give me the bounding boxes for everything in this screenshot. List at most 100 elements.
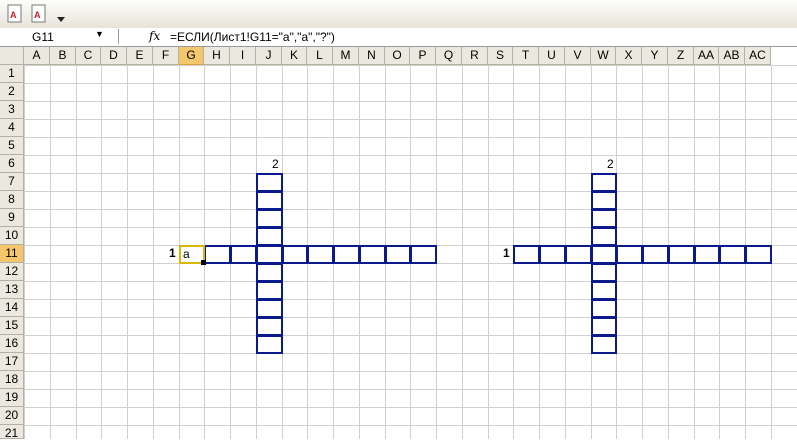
row-header-9[interactable]: 9: [0, 209, 24, 227]
crossword-right-across-cell[interactable]: [513, 245, 540, 264]
column-header-j[interactable]: J: [256, 47, 282, 65]
formula-input[interactable]: =ЕСЛИ(Лист1!G11="а","а","?"): [170, 30, 335, 44]
row-header-1[interactable]: 1: [0, 65, 24, 83]
crossword-left-across-cell[interactable]: [282, 245, 308, 264]
crossword-left-down-cell[interactable]: [256, 335, 283, 354]
fill-handle[interactable]: [201, 260, 206, 265]
row-header-3[interactable]: 3: [0, 101, 24, 119]
crossword-left-down-cell[interactable]: [256, 263, 283, 282]
column-header-a[interactable]: A: [24, 47, 50, 65]
crossword-left-across-cell[interactable]: [307, 245, 334, 264]
column-header-ab[interactable]: AB: [719, 47, 745, 65]
row-header-8[interactable]: 8: [0, 191, 24, 209]
crossword-left-down-cell[interactable]: [256, 281, 283, 300]
crossword-left-across-cell[interactable]: [359, 245, 386, 264]
row-header-20[interactable]: 20: [0, 407, 24, 425]
column-header-y[interactable]: Y: [642, 47, 668, 65]
column-header-s[interactable]: S: [488, 47, 513, 65]
crossword-left-down-cell[interactable]: [256, 227, 283, 246]
column-header-h[interactable]: H: [204, 47, 230, 65]
crossword-right-down-cell[interactable]: [591, 209, 617, 228]
crossword-right-across-cell[interactable]: [745, 245, 772, 264]
pdf-convert-button[interactable]: A: [4, 2, 26, 26]
column-header-i[interactable]: I: [230, 47, 256, 65]
crossword-right-down-cell[interactable]: [591, 317, 617, 336]
row-header-16[interactable]: 16: [0, 335, 24, 353]
column-header-f[interactable]: F: [153, 47, 179, 65]
row-header-2[interactable]: 2: [0, 83, 24, 101]
pdf-settings-button[interactable]: A: [28, 2, 50, 26]
column-header-r[interactable]: R: [462, 47, 488, 65]
crossword-left-down-cell[interactable]: [256, 317, 283, 336]
spreadsheet-grid[interactable]: A B C D E F G H I J K L M N O P Q R S T U V W X Y Z AA AB AC 1 2 3 4 5 6 7 8…: [0, 0, 797, 440]
crossword-right-down-cell[interactable]: [591, 191, 617, 210]
row-header-6[interactable]: 6: [0, 155, 24, 173]
crossword-right-across-cell[interactable]: [642, 245, 669, 264]
row-header-19[interactable]: 19: [0, 389, 24, 407]
chevron-down-icon[interactable]: ▼: [95, 29, 104, 39]
column-header-q[interactable]: Q: [436, 47, 462, 65]
row-header-18[interactable]: 18: [0, 371, 24, 389]
crossword-right-across-cell[interactable]: [616, 245, 643, 264]
row-header-10[interactable]: 10: [0, 227, 24, 245]
column-header-n[interactable]: N: [359, 47, 385, 65]
column-header-x[interactable]: X: [616, 47, 642, 65]
crossword-left-across-cell[interactable]: [204, 245, 231, 264]
column-header-d[interactable]: D: [101, 47, 127, 65]
crossword-right-across-cell[interactable]: [591, 245, 617, 264]
row-header-12[interactable]: 12: [0, 263, 24, 281]
column-header-k[interactable]: K: [282, 47, 307, 65]
crossword-right-down-cell[interactable]: [591, 335, 617, 354]
crossword-left-down-cell[interactable]: [256, 299, 283, 318]
column-header-e[interactable]: E: [127, 47, 153, 65]
crossword-right-across-cell[interactable]: [694, 245, 720, 264]
crossword-left-across-cell[interactable]: [256, 245, 283, 264]
row-header-15[interactable]: 15: [0, 317, 24, 335]
svg-text:A: A: [34, 10, 41, 20]
crossword-right-down-cell[interactable]: [591, 227, 617, 246]
crossword-right-across-cell[interactable]: [565, 245, 592, 264]
select-all-corner[interactable]: [0, 47, 24, 65]
column-header-z[interactable]: Z: [668, 47, 694, 65]
active-cell-value: а: [183, 247, 190, 261]
crossword-right-across-cell[interactable]: [668, 245, 695, 264]
crossword-right-down-cell[interactable]: [591, 173, 617, 192]
crossword-right-down-cell[interactable]: [591, 299, 617, 318]
column-header-o[interactable]: O: [385, 47, 410, 65]
crossword-left-across-cell[interactable]: [385, 245, 411, 264]
column-header-aa[interactable]: AA: [694, 47, 719, 65]
column-header-l[interactable]: L: [307, 47, 333, 65]
name-box[interactable]: G11 ▼: [0, 29, 119, 44]
column-header-v[interactable]: V: [565, 47, 591, 65]
svg-text:A: A: [10, 10, 17, 20]
row-header-4[interactable]: 4: [0, 119, 24, 137]
row-header-11[interactable]: 11: [0, 245, 24, 263]
crossword-right-across-cell[interactable]: [719, 245, 746, 264]
row-header-21[interactable]: 21: [0, 425, 24, 440]
crossword-right-down-cell[interactable]: [591, 281, 617, 300]
insert-function-button[interactable]: fx: [149, 29, 160, 43]
row-header-17[interactable]: 17: [0, 353, 24, 371]
column-header-w[interactable]: W: [591, 47, 616, 65]
column-header-b[interactable]: B: [50, 47, 76, 65]
crossword-right-down-cell[interactable]: [591, 263, 617, 282]
column-header-m[interactable]: M: [333, 47, 359, 65]
column-header-u[interactable]: U: [539, 47, 565, 65]
column-header-t[interactable]: T: [513, 47, 539, 65]
column-header-ac[interactable]: AC: [745, 47, 771, 65]
crossword-left-across-cell[interactable]: [230, 245, 257, 264]
row-header-14[interactable]: 14: [0, 299, 24, 317]
crossword-left-down-cell[interactable]: [256, 191, 283, 210]
column-header-c[interactable]: C: [76, 47, 101, 65]
crossword-left-down-cell[interactable]: [256, 173, 283, 192]
row-header-13[interactable]: 13: [0, 281, 24, 299]
crossword-left-across-cell[interactable]: [333, 245, 360, 264]
column-header-p[interactable]: P: [410, 47, 436, 65]
column-header-g[interactable]: G: [179, 47, 204, 65]
crossword-left-across-cell[interactable]: [410, 245, 437, 264]
row-header-5[interactable]: 5: [0, 137, 24, 155]
row-header-7[interactable]: 7: [0, 173, 24, 191]
toolbar-options-button[interactable]: [55, 2, 67, 26]
crossword-left-down-cell[interactable]: [256, 209, 283, 228]
crossword-right-across-cell[interactable]: [539, 245, 566, 264]
